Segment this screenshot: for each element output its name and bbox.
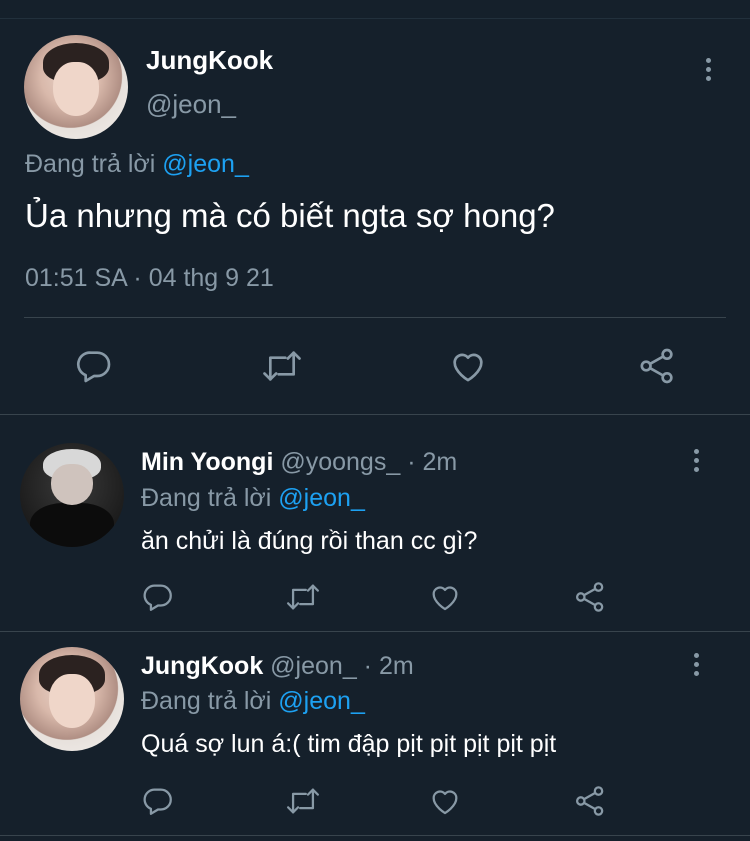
author-name[interactable]: Min Yoongi [141,448,273,476]
more-options-icon[interactable] [692,449,700,472]
reply-header: Min Yoongi @yoongs_ · 2m [141,448,457,477]
author-handle[interactable]: @yoongs_ [280,448,400,476]
reply-button[interactable] [74,346,114,386]
author-handle[interactable]: @jeon_ [146,89,236,120]
more-options-icon[interactable] [692,653,700,676]
like-icon [432,790,458,815]
tweet-timestamp[interactable]: 01:51 SA · 04 thg 9 21 [25,264,274,293]
reply-time[interactable]: · 2m [400,448,457,476]
thread-divider [0,835,750,836]
reply-icon [143,788,172,815]
share-icon [575,582,604,612]
author-name[interactable]: JungKook [146,45,273,76]
reply-prefix: Đang trả lời [25,150,156,178]
tweet-text: Ủa nhưng mà có biết ngta sợ hong? [25,197,555,234]
reply-header: JungKook @jeon_ · 2m [141,652,414,681]
retweet-icon [286,584,320,610]
reply-context: Đang trả lời @jeon_ [25,150,249,179]
reply-context: Đang trả lời @jeon_ [141,687,365,716]
author-handle[interactable]: @jeon_ [270,652,357,680]
share-button[interactable] [572,784,608,818]
retweet-button[interactable] [259,346,305,386]
avatar[interactable] [24,35,128,139]
reply-icon [143,584,172,611]
reply-context: Đang trả lời @jeon_ [141,484,365,513]
top-border [0,18,750,19]
share-icon [640,348,673,384]
avatar[interactable] [20,647,124,751]
retweet-button[interactable] [283,784,323,818]
like-button[interactable] [427,784,463,818]
retweet-button[interactable] [283,580,323,614]
like-button[interactable] [447,346,489,386]
more-options-icon[interactable] [704,58,712,81]
reply-icon [76,351,111,383]
avatar[interactable] [20,443,124,547]
reply-prefix: Đang trả lời [141,687,272,715]
divider [24,317,726,318]
like-button[interactable] [427,580,463,614]
reply-to-link[interactable]: @jeon_ [162,150,249,178]
reply-prefix: Đang trả lời [141,484,272,512]
share-icon [575,786,604,816]
like-icon [432,586,458,611]
author-name[interactable]: JungKook [141,652,263,680]
reply-text: ăn chửi là đúng rồi than cc gì? [141,527,478,555]
reply-text: Quá sợ lun á:( tim đập pịt pịt pịt pịt p… [141,730,557,758]
thread-divider [0,414,750,415]
thread-divider [0,631,750,632]
reply-button[interactable] [140,580,176,614]
retweet-icon [286,788,320,814]
like-icon [453,353,483,382]
reply-button[interactable] [140,784,176,818]
reply-time[interactable]: · 2m [357,652,414,680]
reply-to-link[interactable]: @jeon_ [278,687,365,715]
share-button[interactable] [636,346,678,386]
share-button[interactable] [572,580,608,614]
reply-to-link[interactable]: @jeon_ [278,484,365,512]
retweet-icon [263,351,301,381]
